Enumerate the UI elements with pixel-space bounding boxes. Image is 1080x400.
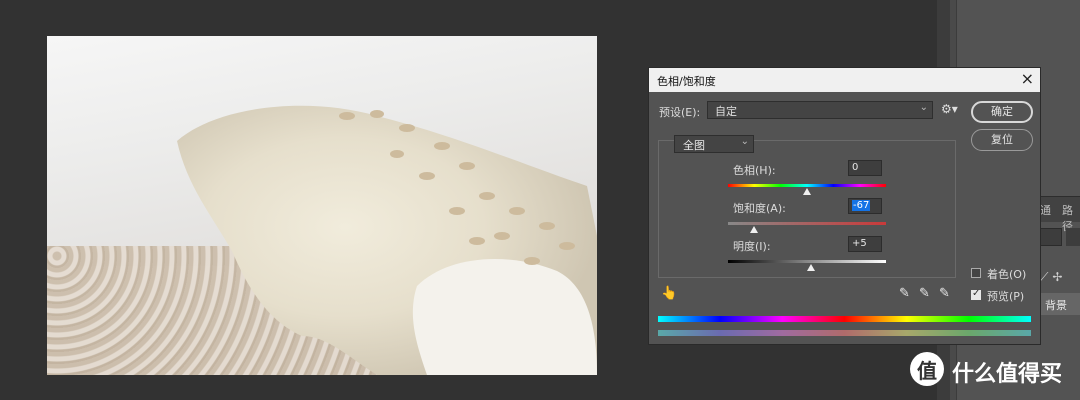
image-pastry xyxy=(177,105,597,375)
chevron-down-icon: ⌄ xyxy=(919,102,928,113)
eyedropper-icon[interactable]: ✎ xyxy=(899,286,910,301)
hue-slider-track[interactable] xyxy=(728,184,886,187)
saturation-slider-track[interactable] xyxy=(728,222,886,225)
range-value: 全图 xyxy=(683,139,705,152)
dialog-title: 色相/饱和度 xyxy=(657,75,716,88)
eyedropper-plus-icon[interactable]: ✎ xyxy=(919,286,930,301)
lightness-slider-track[interactable] xyxy=(728,260,886,263)
channels-tab[interactable]: 通 xyxy=(1040,202,1051,218)
chevron-down-icon: ⌄ xyxy=(740,136,749,147)
saturation-value: -67 xyxy=(852,200,871,211)
output-spectrum-bar xyxy=(658,330,1031,336)
saturation-input[interactable]: -67 xyxy=(848,198,882,214)
ok-button[interactable]: 确定 xyxy=(971,101,1033,123)
preset-value: 自定 xyxy=(715,105,737,118)
saturation-slider-thumb[interactable] xyxy=(750,226,759,233)
range-select[interactable]: 全图 ⌄ xyxy=(674,135,754,153)
layer-blend-field[interactable] xyxy=(1040,228,1062,246)
preview-checkbox[interactable] xyxy=(971,288,981,300)
lightness-input[interactable]: +5 xyxy=(848,236,882,252)
watermark-text: 什么值得买 xyxy=(952,362,1063,387)
canvas-image xyxy=(47,36,597,375)
saturation-label: 饱和度(A): xyxy=(733,202,786,215)
hue-saturation-dialog: 色相/饱和度 × 预设(E): 自定 ⌄ ⚙▾ 确定 复位 全图 ⌄ 色相(H)… xyxy=(648,67,1041,345)
hand-adjust-icon[interactable]: 👆 xyxy=(661,286,677,301)
dialog-titlebar: 色相/饱和度 × xyxy=(649,68,1040,92)
eyedropper-minus-icon[interactable]: ✎ xyxy=(939,286,950,301)
preview-label: 预览(P) xyxy=(987,290,1025,303)
colorize-checkbox[interactable] xyxy=(971,268,981,278)
hue-slider-thumb[interactable] xyxy=(803,188,811,195)
preset-label: 预设(E): xyxy=(659,106,701,119)
input-spectrum-bar xyxy=(658,316,1031,322)
layer-lock-icons[interactable]: ⟋✢ xyxy=(1040,270,1066,285)
hue-input[interactable]: 0 xyxy=(848,160,882,176)
close-icon[interactable]: × xyxy=(1021,69,1034,88)
hue-label: 色相(H): xyxy=(733,164,776,177)
layer-item-background[interactable]: 背景 xyxy=(1040,293,1080,315)
watermark-logo: 值 xyxy=(910,352,944,386)
preset-select[interactable]: 自定 ⌄ xyxy=(707,101,933,119)
adjustment-group xyxy=(658,140,956,278)
lightness-slider-thumb[interactable] xyxy=(806,264,815,271)
gear-icon[interactable]: ⚙▾ xyxy=(941,102,958,116)
reset-button[interactable]: 复位 xyxy=(971,129,1033,151)
colorize-label: 着色(O) xyxy=(987,268,1027,281)
lightness-label: 明度(I): xyxy=(733,240,771,253)
layer-name: 背景 xyxy=(1045,299,1067,312)
layer-opacity-field[interactable] xyxy=(1066,228,1080,246)
